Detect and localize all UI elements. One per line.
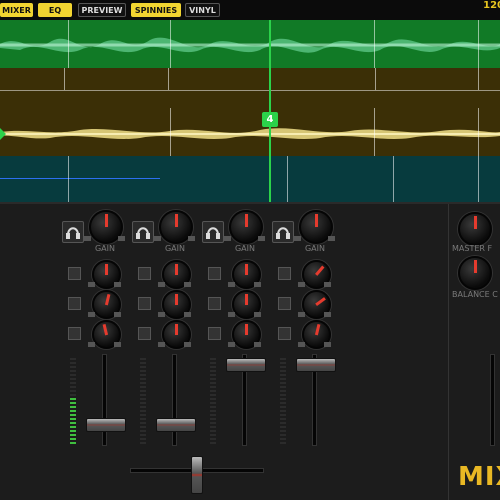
deck-marker[interactable]: 4 xyxy=(262,112,278,127)
channel-2-eq-2-led-left xyxy=(158,312,165,317)
tab-spinnies[interactable]: SPINNIES xyxy=(131,3,181,17)
channel-3-gain-led-left xyxy=(224,236,231,241)
tab-preview[interactable]: PREVIEW xyxy=(78,3,126,17)
tab-mixer[interactable]: MIXER xyxy=(0,3,33,17)
channel-2-headphone-button[interactable] xyxy=(132,221,154,243)
channel-1-gain-led-left xyxy=(84,236,91,241)
channel-2-eq-2-led-right xyxy=(184,312,191,317)
channel-1-fader-handle[interactable] xyxy=(86,417,126,432)
channel-3-eq-3-led-right xyxy=(254,342,261,347)
master-knob[interactable] xyxy=(458,212,492,246)
channel-2-eq-2-toggle[interactable] xyxy=(138,297,151,310)
channel-3-eq-1-led-right xyxy=(254,282,261,287)
channel-1-eq-3-led-left xyxy=(88,342,95,347)
channel-2-gain-led-left xyxy=(154,236,161,241)
balance-label: BALANCE C xyxy=(452,290,498,299)
channel-4-level-meter xyxy=(280,356,286,444)
mixer-panel: GAIN GAIN GAIN GAIN MASTER F BALANCE C MIX xyxy=(0,202,500,500)
channel-1-eq-1-led-right xyxy=(114,282,121,287)
channel-1-eq-3-led-right xyxy=(114,342,121,347)
channel-2-eq-1-led-right xyxy=(184,282,191,287)
deck-c-waveform[interactable] xyxy=(0,156,500,202)
channel-4-eq-1-toggle[interactable] xyxy=(278,267,291,280)
master-label: MASTER F xyxy=(452,244,493,253)
channel-4-fader-handle[interactable] xyxy=(296,357,336,372)
channel-4-eq-1-led-left xyxy=(298,282,305,287)
channel-2-eq-3-led-right xyxy=(184,342,191,347)
balance-knob[interactable] xyxy=(458,256,492,290)
tab-eq[interactable]: EQ xyxy=(38,3,72,17)
channel-4-gain-led-right xyxy=(328,236,335,241)
channel-4-eq-3-led-right xyxy=(324,342,331,347)
deck-b-wave-shape xyxy=(0,128,500,140)
channel-4-eq-2-led-right xyxy=(324,312,331,317)
channel-2-eq-3-led-left xyxy=(158,342,165,347)
tab-vinyl[interactable]: VINYL xyxy=(185,3,220,17)
deck-a-waveform[interactable] xyxy=(0,20,500,68)
bpm-readout: 120 xyxy=(483,0,500,11)
deck-b-waveform[interactable] xyxy=(0,68,500,156)
channel-1-level-meter xyxy=(70,356,76,444)
channel-2-eq-3-toggle[interactable] xyxy=(138,327,151,340)
playhead[interactable] xyxy=(269,20,271,202)
top-tab-bar: MIXER EQ PREVIEW SPINNIES VINYL 120 xyxy=(0,0,500,20)
channel-3-level-meter xyxy=(210,356,216,444)
master-fader-track[interactable] xyxy=(490,354,495,446)
channel-1-gain-label: GAIN xyxy=(94,244,115,253)
channel-3-eq-3-toggle[interactable] xyxy=(208,327,221,340)
dj-app: MIXER EQ PREVIEW SPINNIES VINYL 120 4 GA… xyxy=(0,0,500,500)
channel-3-gain-label: GAIN xyxy=(234,244,255,253)
channel-2-fader-handle[interactable] xyxy=(156,417,196,432)
channel-4-eq-1-led-right xyxy=(324,282,331,287)
deck-a-wave-shape xyxy=(0,37,500,53)
channel-4-gain-led-left xyxy=(294,236,301,241)
channel-2-level-meter xyxy=(140,356,146,444)
channel-4-headphone-button[interactable] xyxy=(272,221,294,243)
channel-1-eq-1-led-left xyxy=(88,282,95,287)
channel-1-gain-led-right xyxy=(118,236,125,241)
channel-4-eq-2-toggle[interactable] xyxy=(278,297,291,310)
crossfader-handle[interactable] xyxy=(191,456,203,494)
channel-4-gain-label: GAIN xyxy=(304,244,325,253)
channel-1-eq-2-led-left xyxy=(88,312,95,317)
channel-3-eq-1-toggle[interactable] xyxy=(208,267,221,280)
channel-3-eq-2-toggle[interactable] xyxy=(208,297,221,310)
channel-2-gain-label: GAIN xyxy=(164,244,185,253)
channel-3-eq-3-led-left xyxy=(228,342,235,347)
channel-2-eq-1-led-left xyxy=(158,282,165,287)
brand-logo: MIX xyxy=(458,462,500,492)
channel-3-gain-led-right xyxy=(258,236,265,241)
channel-3-eq-2-led-left xyxy=(228,312,235,317)
channel-2-gain-led-right xyxy=(188,236,195,241)
channel-2-eq-1-toggle[interactable] xyxy=(138,267,151,280)
channel-1-eq-2-toggle[interactable] xyxy=(68,297,81,310)
channel-1-eq-2-led-right xyxy=(114,312,121,317)
channel-1-headphone-button[interactable] xyxy=(62,221,84,243)
channel-1-fader-track[interactable] xyxy=(102,354,107,446)
channel-3-eq-2-led-right xyxy=(254,312,261,317)
channel-3-fader-handle[interactable] xyxy=(226,357,266,372)
channel-4-eq-2-led-left xyxy=(298,312,305,317)
channel-1-eq-1-toggle[interactable] xyxy=(68,267,81,280)
channel-2-fader-track[interactable] xyxy=(172,354,177,446)
divider xyxy=(448,204,449,500)
channel-1-eq-3-toggle[interactable] xyxy=(68,327,81,340)
channel-4-eq-3-toggle[interactable] xyxy=(278,327,291,340)
channel-3-headphone-button[interactable] xyxy=(202,221,224,243)
channel-4-eq-3-led-left xyxy=(298,342,305,347)
channel-3-eq-1-led-left xyxy=(228,282,235,287)
